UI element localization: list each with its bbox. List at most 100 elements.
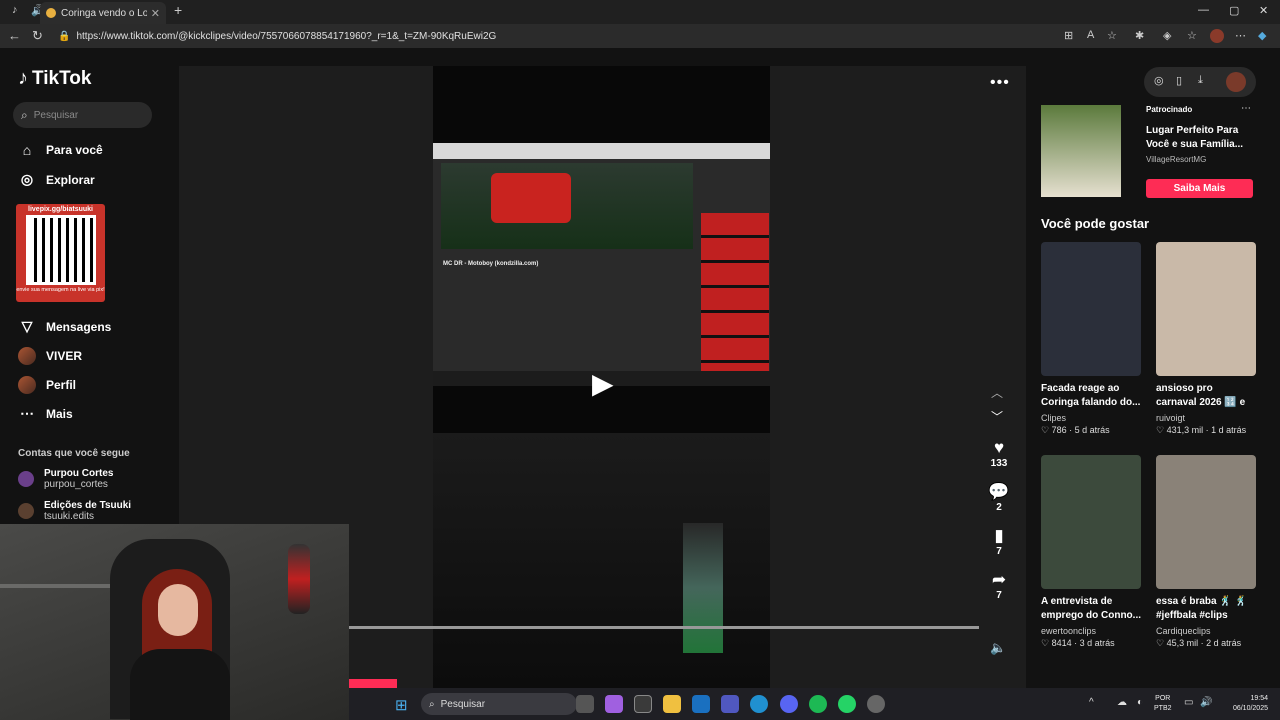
heart-icon: ♡ <box>1156 638 1167 648</box>
more-options-icon[interactable]: ••• <box>990 74 1010 92</box>
following-account[interactable]: Purpou Cortes purpou_cortes <box>18 468 113 490</box>
play-icon[interactable]: ▶ <box>592 367 614 400</box>
compass-icon: ◎ <box>20 171 34 187</box>
browser-tabbar: ♪ 🔊 Coringa vendo o LoudFe ✕ + — ▢ ✕ <box>0 0 1280 24</box>
webcam-overlay <box>0 524 349 720</box>
video-card[interactable]: ansioso pro carnaval 2026 🔢 e vcs??... r… <box>1156 242 1256 436</box>
chevron-up-icon[interactable]: ︿ <box>991 384 1003 401</box>
ad-more-icon[interactable]: ⋯ <box>1241 103 1251 114</box>
video-card[interactable]: Facada reage ao Coringa falando do... Cl… <box>1041 242 1141 436</box>
card-age: 2 d atrás <box>1206 638 1242 648</box>
profile-avatar[interactable] <box>1210 29 1224 43</box>
account-name: Purpou Cortes <box>44 468 114 479</box>
extensions-icon[interactable]: ✱ <box>1135 29 1144 42</box>
translate-icon[interactable]: A <box>1087 29 1094 41</box>
shield-icon[interactable]: ◈ <box>1163 29 1171 42</box>
nav-live[interactable]: VIVER <box>18 347 82 365</box>
spotify-icon[interactable] <box>809 695 827 713</box>
search-input[interactable]: ⌕ Pesquisar <box>13 102 152 128</box>
share-button[interactable]: ➦ 7 <box>984 570 1014 601</box>
heart-icon: ♡ <box>1041 425 1052 435</box>
url-field[interactable]: 🔒 https://www.tiktok.com/@kickclipes/vid… <box>52 26 1052 46</box>
clock[interactable]: 19:54 06/10/2025 <box>1213 694 1268 714</box>
card-likes: 8414 <box>1051 638 1072 648</box>
nav-more[interactable]: ⋯ Mais <box>18 405 73 422</box>
network-icon[interactable]: ▭ <box>1184 697 1193 708</box>
card-meta: ♡ 786 · 5 d atrás <box>1041 425 1110 435</box>
windows-start-icon[interactable]: ⊞ <box>395 696 408 714</box>
qr-header: livepix.gg/biatsuuki <box>28 206 93 213</box>
close-window-button[interactable]: ✕ <box>1259 4 1268 17</box>
back-icon[interactable]: ← <box>8 28 21 43</box>
video-content-screenshot: MC DR - Motoboy (kondzilla.com) <box>433 143 770 386</box>
volume-tray-icon[interactable]: 🔊 <box>1200 697 1212 708</box>
inner-video <box>441 163 693 249</box>
cloud-icon[interactable]: ☁ <box>1117 697 1127 708</box>
comment-button[interactable]: 💬 2 <box>984 482 1014 513</box>
video-progress-bar[interactable] <box>349 626 979 629</box>
nav-label: VIVER <box>46 349 83 363</box>
teams-icon[interactable] <box>721 695 739 713</box>
edge-icon[interactable] <box>750 695 768 713</box>
like-button[interactable]: ♥ 133 <box>984 438 1014 469</box>
tray-app-icon[interactable]: ◐ <box>1137 697 1143 708</box>
ad-image[interactable] <box>1041 105 1121 197</box>
tab-close-icon[interactable]: ✕ <box>151 7 160 20</box>
favorites-icon[interactable]: ☆ <box>1187 29 1197 42</box>
account-handle: purpou_cortes <box>44 479 108 490</box>
obs-icon[interactable] <box>867 695 885 713</box>
tray-chevron-icon[interactable]: ^ <box>1089 697 1094 708</box>
nav-profile[interactable]: Perfil <box>18 376 76 394</box>
send-icon: ▽ <box>21 318 33 334</box>
chevron-down-icon[interactable]: ﹀ <box>991 408 1003 425</box>
whatsapp-icon[interactable] <box>838 695 856 713</box>
video-card[interactable]: essa é braba 🕺 🕺 #jeffbala #clips Cardiq… <box>1156 455 1256 649</box>
discord-icon[interactable] <box>780 695 798 713</box>
learn-more-button[interactable]: Saiba Mais <box>1146 179 1253 198</box>
following-account[interactable]: Edições de Tsuuki tsuuki.edits <box>18 500 131 522</box>
card-user: ruivoigt <box>1156 413 1186 423</box>
task-view-icon[interactable] <box>576 695 594 713</box>
streamer-face <box>158 584 198 636</box>
nav-messages[interactable]: ▽ Mensagens <box>18 318 112 335</box>
video-card[interactable]: A entrevista de emprego do Conno... ewer… <box>1041 455 1141 649</box>
following-title: Contas que você segue <box>18 448 130 459</box>
card-likes: 431,3 mil <box>1166 425 1204 435</box>
tab-favicon <box>46 8 56 18</box>
menu-icon[interactable]: ⋯ <box>1235 29 1246 42</box>
keyboard-layout: PTB2 <box>1154 705 1172 712</box>
card-meta: ♡ 431,3 mil · 1 d atrás <box>1156 425 1247 435</box>
minimize-button[interactable]: — <box>1198 4 1209 16</box>
save-button[interactable]: ▮ 7 <box>984 526 1014 557</box>
browser-tab[interactable]: Coringa vendo o LoudFe ✕ <box>40 2 166 24</box>
maximize-button[interactable]: ▢ <box>1229 4 1239 17</box>
input-language[interactable]: POR PTB2 <box>1154 694 1172 714</box>
microphone <box>288 544 310 614</box>
app-icon[interactable]: ⊞ <box>1064 29 1073 42</box>
card-meta: ♡ 8414 · 3 d atrás <box>1041 638 1115 648</box>
tiktok-logo[interactable]: ♪ TikTok <box>18 67 91 90</box>
store-icon[interactable] <box>634 695 652 713</box>
volume-icon[interactable]: 🔈 <box>990 640 1006 656</box>
folder-icon[interactable] <box>663 695 681 713</box>
sponsored-label: Patrocinado <box>1146 105 1193 114</box>
nav-for-you[interactable]: ⌂ Para você <box>18 142 103 158</box>
card-age: 5 d atrás <box>1074 425 1110 435</box>
ad-title[interactable]: Lugar Perfeito Para Você e sua Família..… <box>1146 124 1256 152</box>
tiktok-note-icon: ♪ <box>18 67 28 89</box>
reload-icon[interactable]: ↻ <box>32 28 43 44</box>
tiktok-tab-icon[interactable]: ♪ <box>12 4 18 16</box>
url-text: https://www.tiktok.com/@kickclipes/video… <box>76 30 497 42</box>
outlook-icon[interactable] <box>692 695 710 713</box>
new-tab-button[interactable]: + <box>174 2 182 18</box>
copilot-icon[interactable]: ◆ <box>1258 29 1266 42</box>
heart-icon: ♡ <box>1156 425 1167 435</box>
card-title: essa é braba 🕺 🕺 #jeffbala #clips <box>1156 596 1248 621</box>
star-icon[interactable]: ☆ <box>1107 29 1117 42</box>
nav-explore[interactable]: ◎ Explorar <box>18 171 95 188</box>
search-icon: ⌕ <box>429 698 435 710</box>
taskbar-search[interactable]: ⌕ Pesquisar <box>421 693 577 715</box>
windows-taskbar: ⊞ ⌕ Pesquisar ^ ☁ ◐ POR PTB2 ▭ 🔊 19:54 0… <box>349 688 1280 720</box>
copilot-app-icon[interactable] <box>605 695 623 713</box>
right-column: Patrocinado ⋯ Lugar Perfeito Para Você e… <box>1041 48 1261 688</box>
